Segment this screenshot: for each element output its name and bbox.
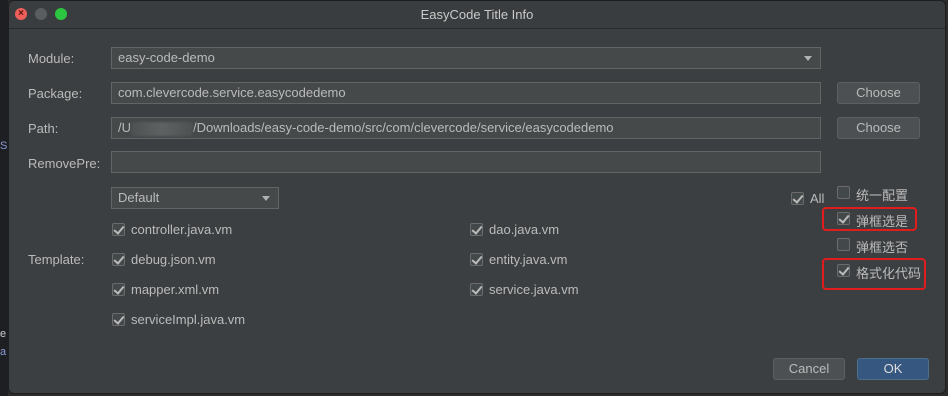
module-value: easy-code-demo [118,50,215,65]
popup-no-label: 弹框选否 [856,241,909,256]
path-prefix: /U [118,120,131,135]
template-label-item: dao.java.vm [489,222,560,237]
title-bar: × EasyCode Title Info [9,1,945,29]
unified-config-checkbox[interactable] [837,186,850,199]
template-label-item: entity.java.vm [489,252,568,267]
gutter-text: e [0,328,7,340]
gutter-text: S [0,140,8,152]
path-field[interactable]: /U/Downloads/easy-code-demo/src/com/clev… [111,117,821,139]
package-field[interactable]: com.clevercode.service.easycodedemo [111,82,821,104]
package-value: com.clevercode.service.easycodedemo [118,85,346,100]
template-checkbox[interactable] [470,223,483,236]
module-select[interactable]: easy-code-demo [111,47,821,69]
template-checkbox[interactable] [112,223,125,236]
background-editor-strip: S e a [0,0,8,396]
chevron-down-icon [804,56,812,61]
popup-yes-label: 弹框选是 [856,215,909,230]
path-label: Path: [28,121,59,136]
template-label-item: serviceImpl.java.vm [131,312,246,327]
format-code-label: 格式化代码 [856,267,922,282]
unified-config-label: 统一配置 [856,189,909,204]
all-label: All [810,191,825,206]
popup-yes-checkbox[interactable] [837,212,850,225]
template-label-item: service.java.vm [489,282,579,297]
template-checkbox[interactable] [470,283,483,296]
removepre-label: RemovePre: [28,156,101,171]
template-label-item: controller.java.vm [131,222,233,237]
template-group-value: Default [118,190,160,205]
chevron-down-icon [262,196,270,201]
template-label: Template: [28,252,85,267]
all-checkbox[interactable] [791,192,804,205]
package-choose-button[interactable]: Choose [837,82,920,104]
package-label: Package: [28,86,83,101]
easycode-dialog: × EasyCode Title Info Module: easy-code-… [8,0,946,394]
path-choose-button[interactable]: Choose [837,117,920,139]
template-checkbox[interactable] [112,283,125,296]
popup-no-checkbox[interactable] [837,238,850,251]
template-checkbox[interactable] [112,313,125,326]
template-label-item: mapper.xml.vm [131,282,220,297]
format-code-checkbox[interactable] [837,264,850,277]
template-checkbox[interactable] [470,253,483,266]
module-label: Module: [28,51,75,66]
redacted-username [131,121,193,136]
path-value: /Downloads/easy-code-demo/src/com/clever… [193,120,614,135]
window-title: EasyCode Title Info [420,7,534,22]
gutter-text: a [0,346,7,358]
template-group-select[interactable]: Default [111,187,279,209]
cancel-button[interactable]: Cancel [773,358,845,380]
template-label-item: debug.json.vm [131,252,216,267]
ok-button[interactable]: OK [857,358,929,380]
removepre-field[interactable] [111,151,821,173]
template-checkbox[interactable] [112,253,125,266]
